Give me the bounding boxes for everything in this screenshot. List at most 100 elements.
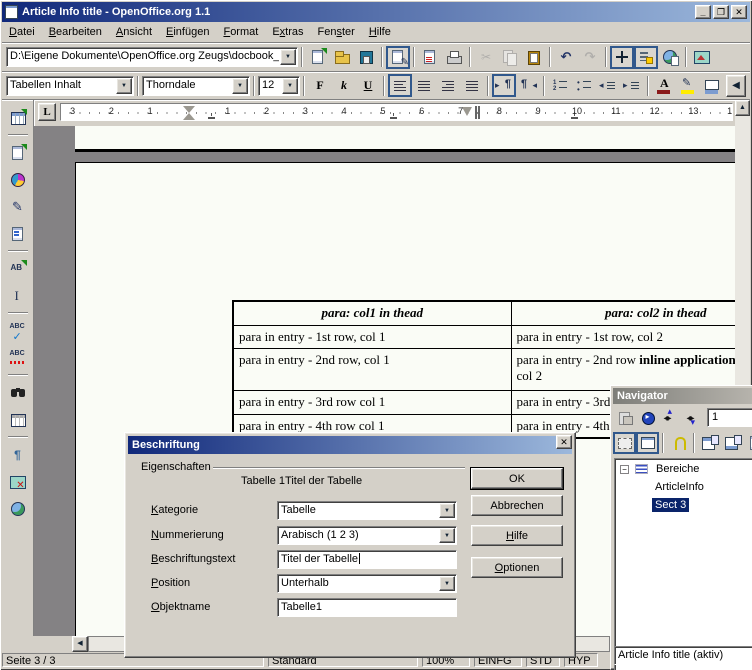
underline-button[interactable]: U (356, 74, 380, 97)
table-cell[interactable]: para in entry - 1st row, col 2 (511, 325, 735, 348)
footer-button[interactable] (721, 432, 744, 454)
menu-datei[interactable]: Datei (2, 23, 42, 41)
italic-button[interactable]: k (332, 74, 356, 97)
title-bar[interactable]: Article Info title - OpenOffice.org 1.1 … (2, 2, 750, 22)
menu-fenster[interactable]: Fenster (311, 23, 362, 41)
direct-cursor-button[interactable] (5, 283, 31, 308)
find-replace-button[interactable] (5, 380, 31, 405)
tab-stop-marker[interactable] (208, 116, 215, 119)
content-view-button[interactable] (636, 432, 659, 454)
previous-page-bottom[interactable] (75, 126, 735, 149)
dialog-close-button[interactable]: ✕ (556, 435, 572, 449)
scroll-up-button[interactable]: ▲ (735, 100, 750, 116)
beschriftungstext-input[interactable]: Titel der Tabelle (277, 550, 457, 569)
url-combobox[interactable]: D:\Eigene Dokumente\OpenOffice.org Zeugs… (6, 47, 298, 67)
ok-button[interactable]: OK (471, 468, 563, 489)
right-to-left-button[interactable] (516, 74, 540, 97)
table-cell[interactable]: para in entry - 3rd row col 1 (233, 390, 511, 414)
menu-extras[interactable]: Extras (265, 23, 310, 41)
horizontal-ruler[interactable]: 3211234567891011121314 (60, 103, 733, 121)
tab-type-selector[interactable]: L (38, 103, 56, 121)
font-size-combobox[interactable]: 12 ▼ (258, 76, 300, 96)
paste-button[interactable] (522, 46, 546, 69)
draw-functions-button[interactable] (5, 194, 31, 219)
insert-fields-button[interactable] (5, 140, 31, 165)
export-pdf-button[interactable] (418, 46, 442, 69)
redo-button[interactable] (578, 46, 602, 69)
right-indent-marker[interactable] (462, 107, 472, 116)
data-sources-button[interactable] (5, 407, 31, 432)
navigator-document-field[interactable]: Article Info title (aktiv) (614, 646, 752, 665)
decrease-indent-button[interactable] (596, 74, 620, 97)
navigation-button[interactable] (636, 407, 659, 429)
tree-item-sect3[interactable]: Sect 3 (615, 497, 752, 513)
justify-button[interactable] (460, 74, 484, 97)
open-button[interactable] (330, 46, 354, 69)
increase-indent-button[interactable] (620, 74, 644, 97)
form-functions-button[interactable] (5, 221, 31, 246)
url-dropdown-button[interactable]: ▼ (280, 49, 296, 65)
table-cell[interactable]: para in entry - 1st row, col 1 (233, 325, 511, 348)
graphics-onoff-button[interactable] (5, 469, 31, 494)
margin-marker[interactable] (475, 106, 480, 119)
insert-table-button[interactable] (5, 105, 31, 130)
toggle-button[interactable] (613, 407, 636, 429)
tree-item-articleinfo[interactable]: ArticleInfo (615, 479, 752, 495)
expand-icon[interactable]: − (620, 465, 629, 474)
copy-button[interactable] (498, 46, 522, 69)
tab-stop-marker[interactable] (571, 116, 578, 119)
nummerierung-dropdown-button[interactable]: ▼ (439, 528, 455, 543)
menu-hilfe[interactable]: Hilfe (362, 23, 398, 41)
font-color-button[interactable] (652, 74, 676, 97)
nonprinting-characters-button[interactable] (5, 442, 31, 467)
align-center-button[interactable] (412, 74, 436, 97)
bold-button[interactable]: F (308, 74, 332, 97)
stylist-button[interactable] (634, 46, 658, 69)
tree-item-bereiche[interactable]: −Bereiche (615, 461, 752, 477)
page-number-spinbox[interactable]: 1 (707, 408, 752, 427)
objektname-input[interactable]: Tabelle1 (277, 598, 457, 617)
background-color-button[interactable] (700, 74, 724, 97)
autospellcheck-button[interactable] (5, 345, 31, 370)
numbering-button[interactable] (548, 74, 572, 97)
undo-button[interactable] (554, 46, 578, 69)
menu-format[interactable]: Format (216, 23, 265, 41)
position-combobox[interactable]: Unterhalb▼ (277, 574, 457, 593)
previous-toolbar-button[interactable]: ◀ (726, 75, 746, 97)
kategorie-combobox[interactable]: Tabelle▼ (277, 501, 457, 520)
optionen-button[interactable]: Optionen (471, 557, 563, 578)
paragraph-style-dropdown-button[interactable]: ▼ (116, 78, 132, 94)
spellcheck-button[interactable] (5, 318, 31, 343)
kategorie-dropdown-button[interactable]: ▼ (439, 503, 455, 518)
online-layout-button[interactable] (5, 496, 31, 521)
table-cell[interactable]: para in entry - 2nd row inline applicati… (511, 348, 735, 390)
nummerierung-combobox[interactable]: Arabisch (1 2 3)▼ (277, 526, 457, 545)
navigator-title-bar[interactable]: Navigator (613, 388, 752, 404)
dialog-title-bar[interactable]: Beschriftung (128, 436, 572, 454)
autotext-button[interactable] (5, 256, 31, 281)
menu-ansicht[interactable]: Ansicht (109, 23, 159, 41)
position-dropdown-button[interactable]: ▼ (439, 576, 455, 591)
indent-marker[interactable] (183, 106, 195, 113)
new-document-button[interactable] (306, 46, 330, 69)
hyperlink-button[interactable] (658, 46, 682, 69)
scroll-left-button[interactable]: ◀ (72, 636, 88, 652)
menu-bearbeiten[interactable]: Bearbeiten (42, 23, 109, 41)
cut-button[interactable] (474, 46, 498, 69)
gallery-button[interactable] (690, 46, 714, 69)
abbrechen-button[interactable]: Abbrechen (471, 495, 563, 516)
drag-mode-button[interactable] (613, 432, 636, 454)
minimize-button[interactable]: _ (695, 5, 711, 19)
table-header-cell[interactable]: para: col1 in thead (233, 301, 511, 325)
left-to-right-button[interactable] (492, 74, 516, 97)
maximize-button[interactable]: ❐ (713, 5, 729, 19)
insert-object-button[interactable] (5, 167, 31, 192)
font-name-combobox[interactable]: Thorndale ▼ (142, 76, 250, 96)
menu-einfgen[interactable]: Einfügen (159, 23, 216, 41)
navigator-tree[interactable]: −Bereiche ArticleInfo Sect 3 (614, 458, 752, 670)
header-button[interactable] (698, 432, 721, 454)
highlighting-button[interactable] (676, 74, 700, 97)
navigator-button[interactable] (610, 46, 634, 69)
align-right-button[interactable] (436, 74, 460, 97)
tab-stop-marker[interactable] (390, 116, 397, 119)
